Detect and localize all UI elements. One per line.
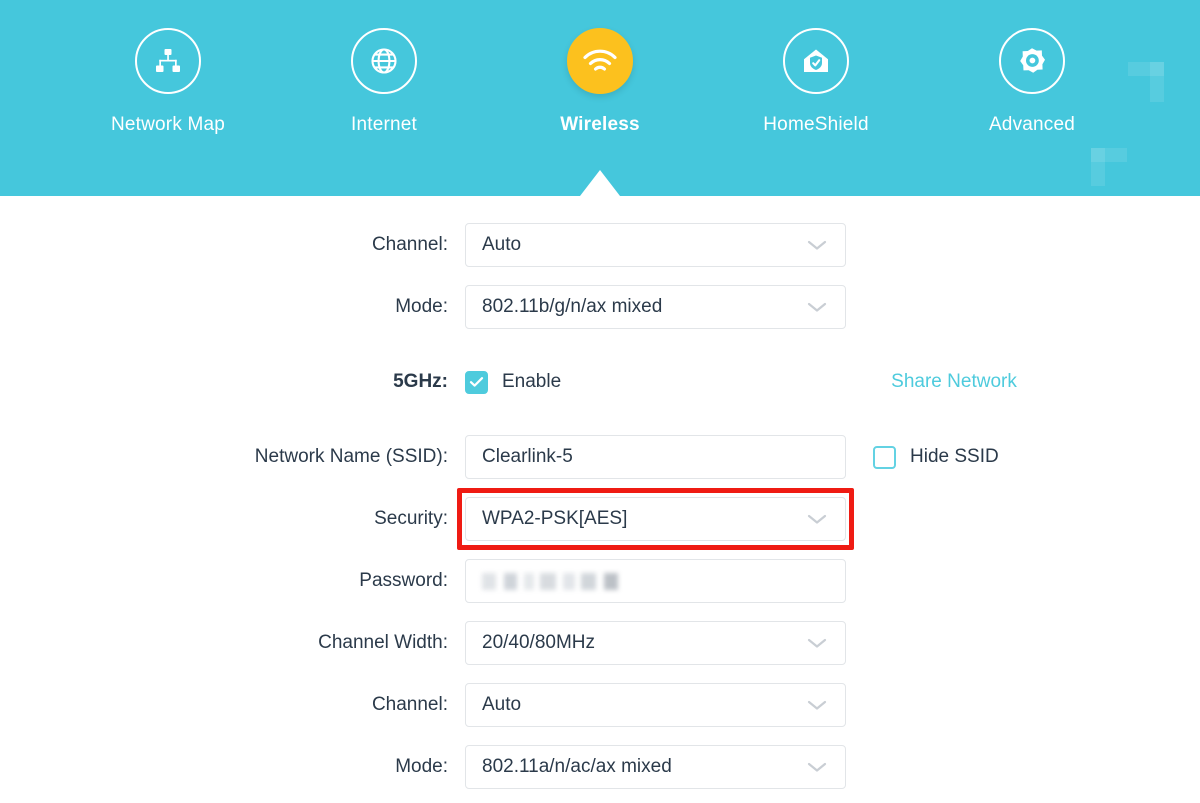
nav-item-internet[interactable]: Internet [276, 28, 492, 136]
field-label: Mode: [395, 756, 448, 777]
hide-ssid-group: Hide SSID [873, 445, 999, 469]
chevron-down-icon [807, 637, 827, 649]
gear-icon [999, 28, 1065, 94]
nav-item-network-map[interactable]: Network Map [60, 28, 276, 136]
chevron-down-icon [807, 699, 827, 711]
nav-item-homeshield[interactable]: HomeShield [708, 28, 924, 136]
channel-width-5ghz-select[interactable]: 20/40/80MHz [465, 621, 846, 665]
enable-5ghz-group: Enable [465, 370, 562, 394]
field-label: Security: [374, 508, 448, 529]
security-highlight-box: WPA2-PSK[AES] [457, 488, 854, 550]
nav-item-wireless[interactable]: Wireless [492, 28, 708, 136]
channel-5ghz-select[interactable]: Auto [465, 683, 846, 727]
field-label: Mode: [395, 296, 448, 317]
password-masked-value [482, 572, 618, 590]
ssid-5ghz-input[interactable]: Clearlink-5 [465, 435, 846, 479]
nav-label: HomeShield [763, 114, 869, 135]
enable-5ghz-label: Enable [502, 371, 562, 392]
share-network-link[interactable]: Share Network [891, 371, 1017, 393]
field-label: 5GHz: [393, 371, 448, 392]
share-network-slot: Share Network [891, 371, 1017, 393]
chevron-down-icon [807, 301, 827, 313]
field-label: Channel: [371, 234, 448, 255]
select-value: 802.11a/n/ac/ax mixed [482, 756, 672, 777]
wifi-icon [567, 28, 633, 94]
security-5ghz-select[interactable]: WPA2-PSK[AES] [465, 497, 846, 541]
nav-items: Network Map Internet Wireless HomeShield… [0, 0, 1200, 196]
globe-icon [351, 28, 417, 94]
chevron-down-icon [807, 239, 827, 251]
form-row-security-5ghz: Security: WPA2-PSK[AES] [0, 488, 1200, 550]
select-value: 20/40/80MHz [482, 632, 596, 653]
nav-label: Wireless [560, 114, 640, 135]
form-row-channel-24ghz: Channel: Auto [0, 214, 1200, 276]
network-map-icon [135, 28, 201, 94]
form-row-5ghz-enable: 5GHz: Enable Share Network [0, 338, 1200, 426]
mode-5ghz-select[interactable]: 802.11a/n/ac/ax mixed [465, 745, 846, 789]
top-navigation-bar: Network Map Internet Wireless HomeShield… [0, 0, 1200, 196]
nav-label: Advanced [988, 114, 1076, 135]
enable-5ghz-checkbox[interactable] [465, 370, 488, 394]
nav-label: Internet [350, 114, 418, 135]
field-label: Channel Width: [318, 632, 448, 653]
select-value: Auto [482, 234, 522, 255]
form-row-mode-24ghz: Mode: 802.11b/g/n/ax mixed [0, 276, 1200, 338]
channel-24ghz-select[interactable]: Auto [465, 223, 846, 267]
select-value: WPA2-PSK[AES] [482, 508, 628, 529]
select-value: Auto [482, 694, 522, 715]
field-label: Password: [359, 570, 448, 591]
form-row-password-5ghz: Password: [0, 550, 1200, 612]
wireless-settings-form: Channel: Auto Mode: 802.11b/g/n/ax mixed [0, 196, 1200, 798]
password-5ghz-input[interactable] [465, 559, 846, 603]
form-row-channel-width-5ghz: Channel Width: 20/40/80MHz [0, 612, 1200, 674]
active-tab-pointer [580, 170, 620, 196]
ssid-value: Clearlink-5 [482, 446, 573, 467]
nav-item-advanced[interactable]: Advanced [924, 28, 1140, 136]
nav-label: Network Map [110, 114, 226, 135]
hide-ssid-label: Hide SSID [910, 446, 999, 467]
form-row-mode-5ghz: Mode: 802.11a/n/ac/ax mixed [0, 736, 1200, 798]
field-label: Network Name (SSID): [254, 446, 448, 467]
chevron-down-icon [807, 761, 827, 773]
chevron-down-icon [807, 513, 827, 525]
hide-ssid-checkbox[interactable] [873, 445, 896, 469]
form-row-ssid-5ghz: Network Name (SSID): Clearlink-5 Hide SS… [0, 426, 1200, 488]
select-value: 802.11b/g/n/ax mixed [482, 296, 663, 317]
field-label: Channel: [371, 694, 448, 715]
home-shield-icon [783, 28, 849, 94]
form-row-channel-5ghz: Channel: Auto [0, 674, 1200, 736]
mode-24ghz-select[interactable]: 802.11b/g/n/ax mixed [465, 285, 846, 329]
